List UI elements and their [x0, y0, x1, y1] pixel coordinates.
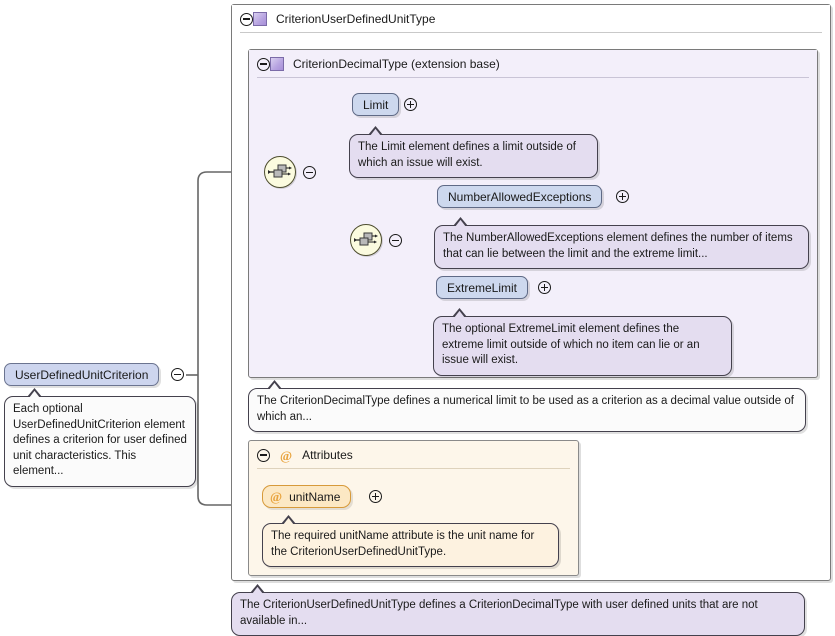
sequence-glyph — [268, 164, 292, 178]
element-node-limit[interactable]: Limit — [352, 93, 400, 116]
documentation-limit: The Limit element defines a limit outsid… — [349, 126, 598, 178]
documentation-text: Each optional UserDefinedUnitCriterion e… — [13, 403, 187, 477]
documentation-number-allowed-exceptions: The NumberAllowedExceptions element defi… — [434, 217, 809, 269]
attributes-header: @ Attributes — [249, 441, 578, 469]
complex-type-swatch-icon — [253, 12, 267, 26]
collapse-inner-type-icon[interactable] — [257, 57, 270, 71]
inner-type-header: CriterionDecimalType (extension base) — [249, 50, 817, 78]
outer-type-label: CriterionUserDefinedUnitType — [276, 12, 436, 26]
element-label: NumberAllowedExceptions — [448, 189, 592, 204]
xsd-diagram-canvas: CriterionUserDefinedUnitType CriterionDe… — [0, 0, 835, 636]
expand-number-allowed-exceptions-icon[interactable] — [616, 190, 629, 203]
documentation-text: The CriterionUserDefinedUnitType defines… — [240, 599, 758, 627]
expand-limit-icon[interactable] — [404, 98, 417, 111]
sequence-compositor-outer-icon[interactable] — [264, 156, 296, 188]
documentation-user-defined-unit-criterion: Each optional UserDefinedUnitCriterion e… — [4, 388, 196, 487]
header-divider — [240, 32, 822, 33]
documentation-text: The NumberAllowedExceptions element defi… — [443, 232, 793, 260]
element-label: Limit — [363, 97, 389, 112]
element-label: UserDefinedUnitCriterion — [15, 367, 149, 382]
documentation-text: The CriterionDecimalType defines a numer… — [257, 395, 794, 423]
element-label: ExtremeLimit — [447, 280, 518, 295]
documentation-extreme-limit: The optional ExtremeLimit element define… — [433, 308, 732, 376]
outer-type-header: CriterionUserDefinedUnitType — [232, 5, 830, 33]
expand-extreme-limit-icon[interactable] — [538, 281, 551, 294]
at-icon: @ — [270, 489, 283, 504]
sequence-compositor-inner-icon[interactable] — [350, 224, 382, 256]
collapse-sequence-inner-icon[interactable] — [389, 234, 402, 247]
header-divider — [257, 77, 809, 78]
element-node-extreme-limit[interactable]: ExtremeLimit — [436, 276, 529, 299]
expand-unit-name-icon[interactable] — [369, 490, 382, 503]
documentation-text: The required unitName attribute is the u… — [271, 530, 535, 558]
complex-type-swatch-icon — [270, 57, 284, 71]
header-divider — [257, 468, 570, 469]
collapse-outer-type-icon[interactable] — [240, 12, 253, 26]
collapse-root-element-icon[interactable] — [171, 368, 184, 381]
inner-type-label: CriterionDecimalType (extension base) — [293, 57, 500, 71]
documentation-criterion-decimal-type: The CriterionDecimalType defines a numer… — [248, 380, 806, 432]
collapse-sequence-outer-icon[interactable] — [303, 166, 316, 179]
documentation-text: The optional ExtremeLimit element define… — [442, 323, 700, 366]
sequence-glyph — [354, 232, 378, 246]
attribute-node-unit-name[interactable]: @ unitName — [262, 485, 352, 508]
element-node-user-defined-unit-criterion[interactable]: UserDefinedUnitCriterion — [4, 363, 160, 386]
at-icon: @ — [280, 447, 293, 463]
attribute-label: unitName — [289, 489, 341, 504]
attributes-label: Attributes — [302, 448, 353, 462]
documentation-text: The Limit element defines a limit outsid… — [358, 141, 576, 169]
collapse-attributes-icon[interactable] — [257, 448, 270, 462]
documentation-criterion-user-defined-unit-type: The CriterionUserDefinedUnitType defines… — [231, 584, 805, 636]
element-node-number-allowed-exceptions[interactable]: NumberAllowedExceptions — [437, 185, 603, 208]
documentation-unit-name: The required unitName attribute is the u… — [262, 515, 559, 567]
